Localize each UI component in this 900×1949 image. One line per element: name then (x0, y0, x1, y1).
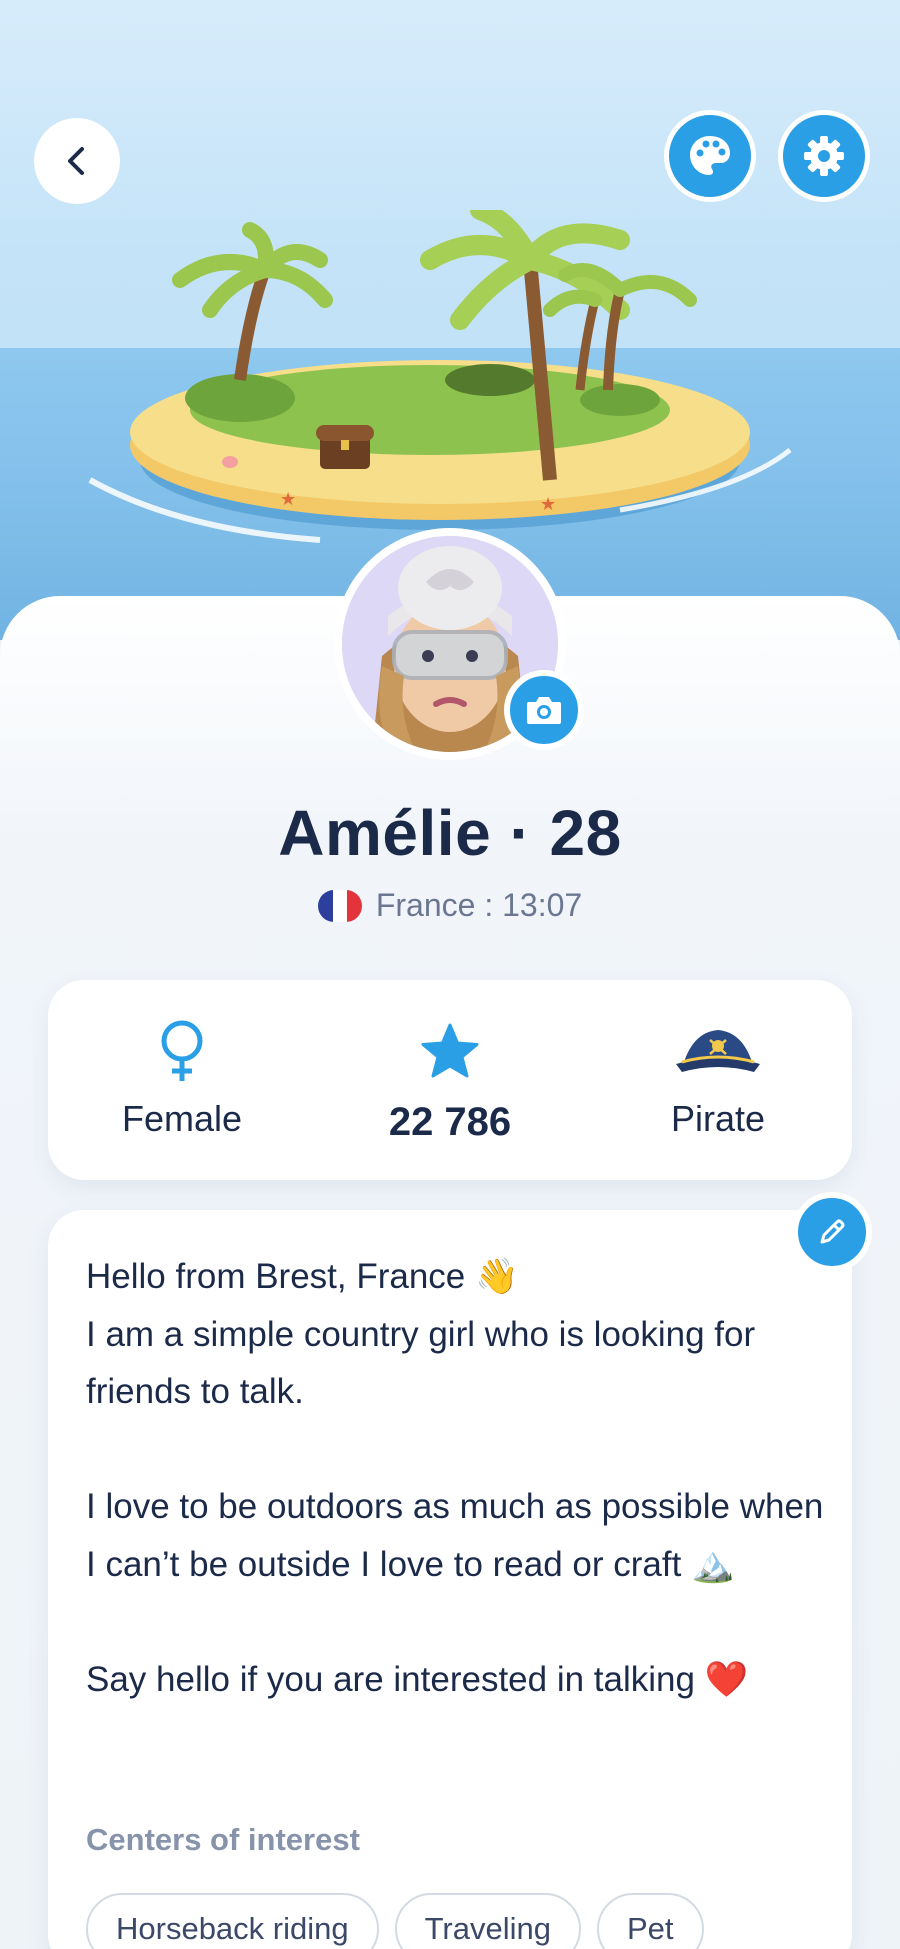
france-flag-icon (317, 889, 362, 922)
female-icon (161, 1020, 203, 1081)
stat-gender: Female (48, 980, 316, 1180)
bio-text: Hello from Brest, France 👋 I am a simple… (86, 1257, 824, 1699)
stats-card: Female 22 786 Pirate (48, 980, 852, 1180)
theme-button[interactable] (664, 110, 756, 202)
star-icon (421, 1023, 479, 1078)
svg-text:★: ★ (280, 489, 296, 509)
interest-chip[interactable]: Pet (596, 1893, 704, 1949)
points-value: 22 786 (388, 1100, 512, 1144)
back-button[interactable] (34, 118, 120, 204)
profile-name: Amélie · 28 (278, 797, 622, 869)
chevron-left-icon (68, 147, 84, 175)
stat-rank: Pirate (584, 980, 852, 1180)
camera-icon (527, 697, 561, 724)
interests-heading: Centers of interest (86, 1822, 360, 1857)
change-photo-button[interactable] (504, 670, 584, 750)
palette-icon (690, 136, 730, 175)
pirate-hat-icon (676, 1030, 760, 1072)
settings-button[interactable] (778, 110, 870, 202)
pencil-icon (820, 1219, 845, 1244)
interest-chip[interactable]: Horseback riding (86, 1893, 379, 1949)
island-illustration: ★ ★ (88, 210, 792, 543)
svg-text:★: ★ (540, 494, 556, 514)
local-time: France : 13:07 (375, 887, 583, 923)
rank-label: Pirate (670, 1098, 766, 1139)
location-line: France : 13:07 (0, 887, 900, 924)
interests-list: Horseback riding Traveling Pet (86, 1893, 704, 1949)
interest-chip[interactable]: Traveling (394, 1893, 581, 1949)
gear-icon (804, 136, 844, 176)
stat-points: 22 786 (316, 980, 584, 1180)
gender-label: Female (121, 1098, 243, 1139)
